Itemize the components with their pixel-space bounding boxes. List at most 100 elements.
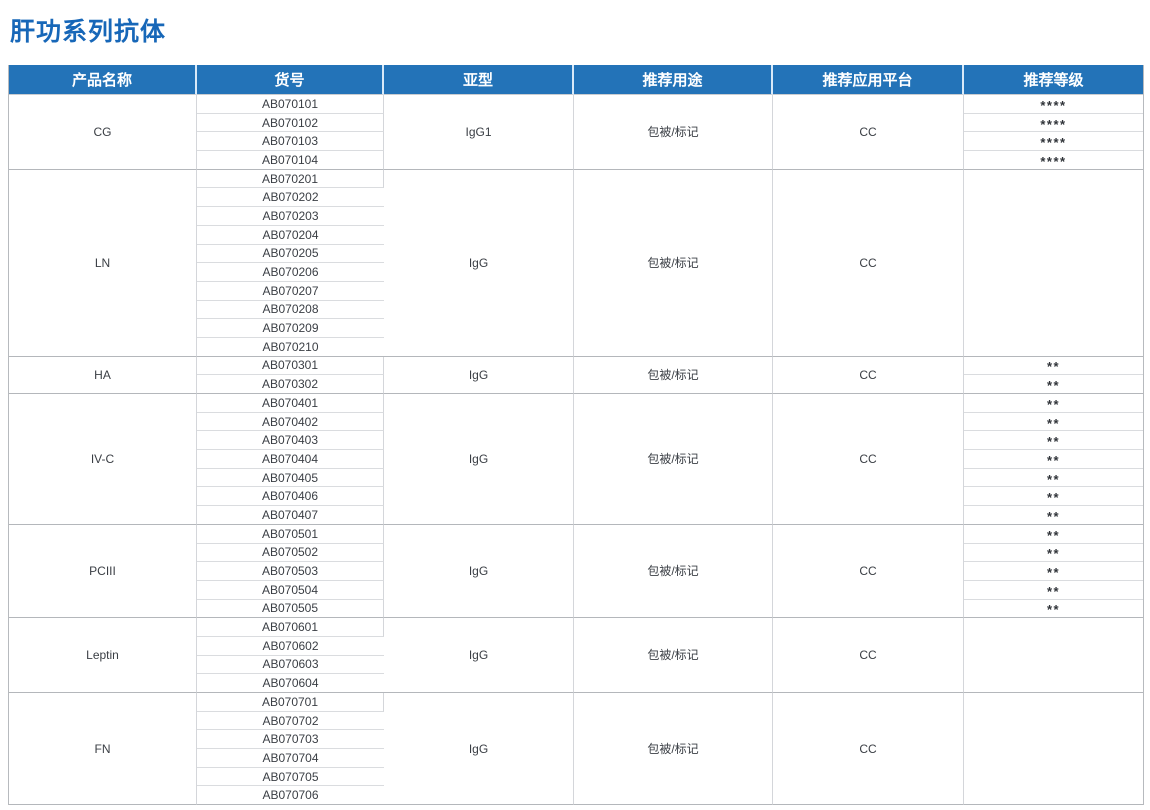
catalog-number-cell: AB070502 — [197, 544, 384, 563]
catalog-number-cell: AB070209 — [197, 319, 384, 338]
subtype-cell: IgG — [384, 357, 574, 394]
catalog-number-cell: AB070104 — [197, 151, 384, 170]
catalog-number-cell: AB070207 — [197, 282, 384, 301]
catalog-number-cell: AB070103 — [197, 132, 384, 151]
product-name-cell: CG — [9, 95, 197, 170]
table-row: HAAB070301IgG包被/标记CC** — [9, 357, 1143, 376]
antibody-table: 产品名称 货号 亚型 推荐用途 推荐应用平台 推荐等级 CGAB070101Ig… — [8, 65, 1144, 805]
platform-cell: CC — [773, 394, 964, 525]
rating-stars: ** — [1047, 566, 1060, 580]
catalog-number-cell: AB070602 — [197, 637, 384, 656]
rating-cell: ** — [964, 413, 1143, 432]
rating-stars: ** — [1047, 398, 1060, 412]
table-row: PCIIIAB070501IgG包被/标记CC** — [9, 525, 1143, 544]
catalog-number-cell: AB070706 — [197, 786, 384, 805]
rating-cell: ** — [964, 600, 1143, 619]
col-header-subtype: 亚型 — [384, 65, 574, 95]
subtype-cell: IgG1 — [384, 95, 574, 170]
rating-cell: ** — [964, 431, 1143, 450]
usage-cell: 包被/标记 — [574, 618, 773, 693]
rating-cell: ** — [964, 525, 1143, 544]
product-name-cell: PCIII — [9, 525, 197, 618]
rating-cell: ** — [964, 581, 1143, 600]
catalog-number-cell: AB070206 — [197, 263, 384, 282]
table-header: 产品名称 货号 亚型 推荐用途 推荐应用平台 推荐等级 — [9, 65, 1143, 95]
platform-cell: CC — [773, 357, 964, 394]
product-name-cell: LN — [9, 170, 197, 357]
catalog-number-cell: AB070701 — [197, 693, 384, 712]
platform-cell: CC — [773, 525, 964, 618]
rating-cell: ** — [964, 544, 1143, 563]
rating-cell: **** — [964, 114, 1143, 133]
catalog-number-cell: AB070505 — [197, 600, 384, 619]
rating-cell: ** — [964, 450, 1143, 469]
rating-cell — [964, 693, 1143, 805]
rating-stars: ** — [1047, 454, 1060, 468]
rating-stars: ** — [1047, 473, 1060, 487]
col-header-application-platform: 推荐应用平台 — [773, 65, 964, 95]
platform-cell: CC — [773, 95, 964, 170]
subtype-cell: IgG — [384, 693, 574, 805]
platform-cell: CC — [773, 693, 964, 805]
catalog-number-cell: AB070403 — [197, 431, 384, 450]
catalog-number-cell: AB070405 — [197, 469, 384, 488]
rating-stars: ** — [1047, 435, 1060, 449]
catalog-number-cell: AB070705 — [197, 768, 384, 787]
rating-stars: ** — [1047, 585, 1060, 599]
catalog-number-cell: AB070504 — [197, 581, 384, 600]
platform-cell: CC — [773, 618, 964, 693]
table-body: CGAB070101IgG1包被/标记CC****AB070102****AB0… — [9, 95, 1143, 805]
catalog-number-cell: AB070204 — [197, 226, 384, 245]
rating-cell: **** — [964, 132, 1143, 151]
rating-cell: ** — [964, 469, 1143, 488]
catalog-number-cell: AB070601 — [197, 618, 384, 637]
product-name-cell: Leptin — [9, 618, 197, 693]
table-row: IV-CAB070401IgG包被/标记CC** — [9, 394, 1143, 413]
product-name-cell: FN — [9, 693, 197, 805]
catalog-number-cell: AB070402 — [197, 413, 384, 432]
usage-cell: 包被/标记 — [574, 394, 773, 525]
rating-stars: **** — [1040, 155, 1066, 169]
platform-cell: CC — [773, 170, 964, 357]
subtype-cell: IgG — [384, 394, 574, 525]
rating-stars: **** — [1040, 99, 1066, 113]
rating-stars: ** — [1047, 603, 1060, 617]
rating-stars: ** — [1047, 379, 1060, 393]
rating-cell: **** — [964, 151, 1143, 170]
catalog-number-cell: AB070203 — [197, 207, 384, 226]
usage-cell: 包被/标记 — [574, 95, 773, 170]
rating-cell — [964, 618, 1143, 693]
catalog-number-cell: AB070205 — [197, 245, 384, 264]
rating-stars: ** — [1047, 417, 1060, 431]
subtype-cell: IgG — [384, 525, 574, 618]
subtype-cell: IgG — [384, 618, 574, 693]
col-header-recommended-usage: 推荐用途 — [574, 65, 773, 95]
usage-cell: 包被/标记 — [574, 525, 773, 618]
usage-cell: 包被/标记 — [574, 693, 773, 805]
rating-stars: ** — [1047, 491, 1060, 505]
catalog-number-cell: AB070208 — [197, 301, 384, 320]
rating-stars: **** — [1040, 136, 1066, 150]
table-row: LNAB070201IgG包被/标记CC — [9, 170, 1143, 189]
rating-cell: ** — [964, 562, 1143, 581]
catalog-number-cell: AB070406 — [197, 487, 384, 506]
catalog-number-cell: AB070210 — [197, 338, 384, 357]
table-row: FNAB070701IgG包被/标记CC — [9, 693, 1143, 712]
rating-stars: ** — [1047, 547, 1060, 561]
rating-cell: ** — [964, 394, 1143, 413]
catalog-number-cell: AB070704 — [197, 749, 384, 768]
catalog-number-cell: AB070703 — [197, 730, 384, 749]
catalog-number-cell: AB070702 — [197, 712, 384, 731]
product-name-cell: IV-C — [9, 394, 197, 525]
rating-stars: ** — [1047, 529, 1060, 543]
col-header-product-name: 产品名称 — [9, 65, 197, 95]
catalog-number-cell: AB070603 — [197, 656, 384, 675]
catalog-number-cell: AB070503 — [197, 562, 384, 581]
catalog-number-cell: AB070101 — [197, 95, 384, 114]
catalog-number-cell: AB070501 — [197, 525, 384, 544]
catalog-number-cell: AB070202 — [197, 188, 384, 207]
catalog-number-cell: AB070604 — [197, 674, 384, 693]
rating-cell: ** — [964, 487, 1143, 506]
usage-cell: 包被/标记 — [574, 170, 773, 357]
rating-cell: ** — [964, 357, 1143, 376]
